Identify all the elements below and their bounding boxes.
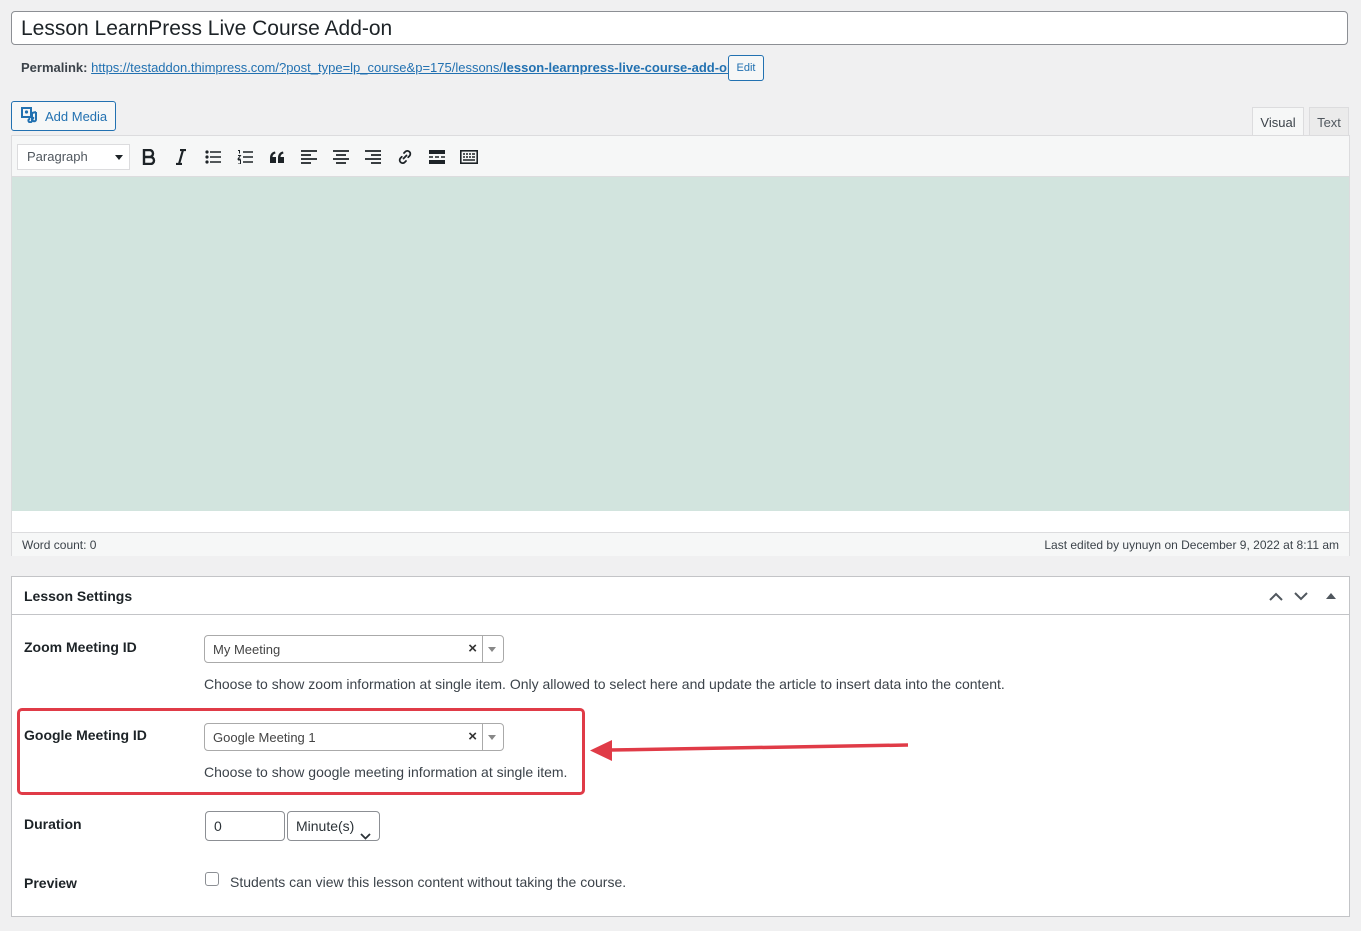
editor-status-bar: Word count: 0 Last edited by uynuyn on D… [12,532,1349,556]
format-select-value: Paragraph [27,149,88,164]
zoom-meeting-description: Choose to show zoom information at singl… [204,676,1005,692]
edit-permalink-button[interactable]: Edit [728,55,764,81]
editor-toolbar: Paragraph [12,136,1349,177]
permalink-link[interactable]: https://testaddon.thimpress.com/?post_ty… [91,60,738,75]
lesson-settings-title: Lesson Settings [24,588,133,604]
bold-icon[interactable] [138,146,160,168]
chevron-down-icon[interactable] [1292,587,1310,605]
align-right-icon[interactable] [362,146,384,168]
annotation-arrow-icon [590,740,909,761]
preview-label: Preview [24,875,77,891]
chevron-down-icon [360,821,371,849]
add-media-button[interactable]: Add Media [11,101,116,131]
read-more-icon[interactable] [426,146,448,168]
permalink: Permalink: https://testaddon.thimpress.c… [21,59,739,77]
zoom-meeting-label: Zoom Meeting ID [24,639,137,655]
numbered-list-icon[interactable] [234,146,256,168]
collapse-toggle-icon[interactable] [1322,587,1340,605]
annotation-highlight-box [17,708,585,795]
link-icon[interactable] [394,146,416,168]
permalink-base: https://testaddon.thimpress.com/?post_ty… [91,60,504,75]
media-icon [21,106,38,126]
zoom-meeting-value: My Meeting [213,642,281,657]
italic-icon[interactable] [170,146,192,168]
zoom-meeting-select[interactable]: My Meeting × [204,635,504,663]
toolbar-toggle-icon[interactable] [458,146,480,168]
add-media-label: Add Media [45,108,108,124]
post-title-input[interactable]: Lesson LearnPress Live Course Add-on [11,11,1348,45]
duration-input[interactable]: 0 [205,811,285,841]
duration-unit-value: Minute(s) [296,818,355,834]
dropdown-arrow-icon[interactable] [488,647,496,652]
format-select[interactable]: Paragraph [17,144,130,170]
clear-icon[interactable]: × [468,640,477,657]
align-left-icon[interactable] [298,146,320,168]
preview-checkbox-label: Students can view this lesson content wi… [230,874,627,890]
duration-label: Duration [24,816,82,832]
preview-checkbox[interactable] [205,872,219,886]
chevron-up-icon[interactable] [1267,587,1285,605]
word-count: Word count: 0 [22,538,97,552]
blockquote-icon[interactable] [266,146,288,168]
editor-content-area[interactable] [12,177,1349,511]
tab-visual[interactable]: Visual [1252,107,1304,136]
dropdown-arrow-icon [115,155,123,160]
lesson-settings-header: Lesson Settings [12,577,1349,615]
tab-text[interactable]: Text [1309,107,1349,136]
content-editor: Paragraph Word count: 0 Last edited by u… [11,135,1350,556]
last-edited: Last edited by uynuyn on December 9, 202… [1044,538,1339,552]
align-center-icon[interactable] [330,146,352,168]
duration-unit-select[interactable]: Minute(s) [287,811,380,841]
permalink-label: Permalink: [21,60,88,75]
select-divider [482,636,483,662]
bullet-list-icon[interactable] [202,146,224,168]
permalink-slug: lesson-learnpress-live-course-add-on/ [503,60,739,75]
